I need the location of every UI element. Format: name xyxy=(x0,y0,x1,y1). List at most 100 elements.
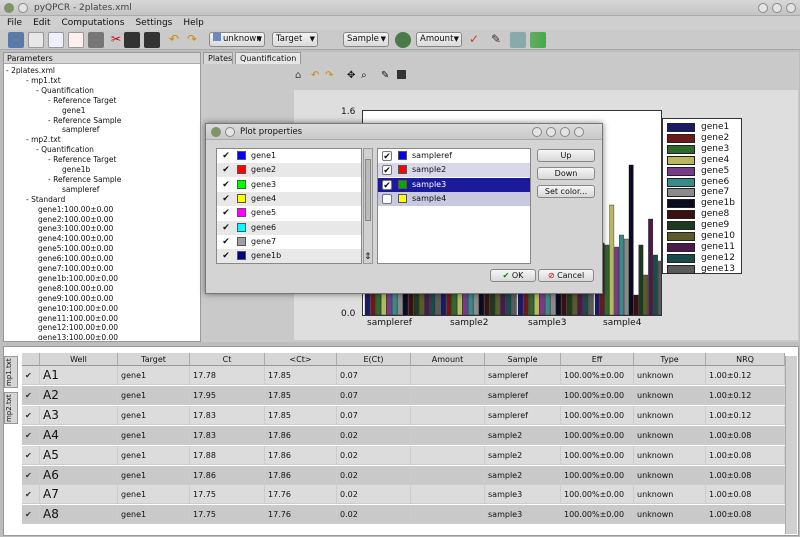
tree-node[interactable]: - 2plates.xml xyxy=(6,66,55,75)
tree-node[interactable]: - Reference Target xyxy=(48,96,116,105)
dialog-help-icon[interactable] xyxy=(532,127,542,137)
scroll-thumb[interactable] xyxy=(365,159,371,221)
row-check-icon[interactable]: ✔ xyxy=(22,485,40,505)
table-cell[interactable]: sampleref xyxy=(485,385,561,405)
table-cell[interactable] xyxy=(411,465,485,485)
checkbox-checked-icon[interactable]: ✔ xyxy=(221,208,231,218)
table-cell[interactable]: A7 xyxy=(40,485,118,505)
tree-node[interactable]: - mp1.txt xyxy=(26,76,61,85)
table-cell[interactable]: gene1 xyxy=(118,445,190,465)
checkbox-checked-icon[interactable]: ✔ xyxy=(221,251,231,261)
table-scrollbar[interactable] xyxy=(785,356,797,534)
table-cell[interactable]: 100.00%±0.00 xyxy=(561,445,634,465)
tree-node[interactable]: - Reference Sample xyxy=(48,116,121,125)
checkbox-checked-icon[interactable]: ✔ xyxy=(221,237,231,247)
table-cell[interactable]: 100.00%±0.00 xyxy=(561,465,634,485)
column-header[interactable]: NRQ xyxy=(706,353,785,366)
table-cell[interactable]: 100.00%±0.00 xyxy=(561,425,634,445)
sample-item[interactable]: ✔ sample3 xyxy=(378,177,530,192)
menu-computations[interactable]: Computations xyxy=(58,16,129,30)
amount-combo[interactable]: Amount ▼ xyxy=(416,32,462,47)
column-header[interactable]: <Ct> xyxy=(265,353,337,366)
column-header[interactable]: Well xyxy=(40,353,118,366)
table-cell[interactable]: 17.86 xyxy=(265,425,337,445)
table-cell[interactable]: sampleref xyxy=(485,366,561,385)
table-cell[interactable]: sample2 xyxy=(485,445,561,465)
back-icon[interactable]: ↶ xyxy=(311,70,319,81)
up-button[interactable]: Up xyxy=(537,149,595,162)
table-cell[interactable]: A3 xyxy=(40,405,118,425)
checkbox-checked-icon[interactable]: ✔ xyxy=(221,180,231,190)
pan-icon[interactable]: ✥ xyxy=(347,70,355,81)
menu-edit[interactable]: Edit xyxy=(29,16,54,30)
gene-list-scrollbar[interactable] xyxy=(363,148,373,264)
minimize-icon[interactable] xyxy=(758,3,768,13)
checkbox-icon[interactable] xyxy=(382,193,392,204)
table-cell[interactable]: sample3 xyxy=(485,485,561,505)
home-icon[interactable]: ⌂ xyxy=(295,70,301,81)
save-icon[interactable] xyxy=(124,32,140,48)
tree-node[interactable]: gene1b:100.00±0.00 xyxy=(38,274,118,283)
column-header[interactable]: Amount xyxy=(411,353,485,366)
set-color-button[interactable]: Set color... xyxy=(537,185,595,198)
gene-item[interactable]: ✔ gene4 xyxy=(217,191,361,206)
row-check-icon[interactable]: ✔ xyxy=(22,505,40,525)
table-cell[interactable]: unknown xyxy=(634,485,706,505)
row-check-icon[interactable]: ✔ xyxy=(22,425,40,445)
table-cell[interactable]: unknown xyxy=(634,445,706,465)
row-check-icon[interactable]: ✔ xyxy=(22,385,40,405)
tree-node[interactable]: gene6:100.00±0.00 xyxy=(38,254,113,263)
tree-node[interactable]: gene1b xyxy=(62,165,90,174)
vtab-mp2[interactable]: mp2.txt xyxy=(4,392,18,424)
vtab-mp1[interactable]: mp1.txt xyxy=(4,356,18,388)
table-cell[interactable] xyxy=(411,405,485,425)
forward-icon[interactable]: ↷ xyxy=(325,70,333,81)
column-header[interactable]: Eff xyxy=(561,353,634,366)
table-cell[interactable] xyxy=(411,505,485,525)
table-cell[interactable]: 17.85 xyxy=(265,405,337,425)
tree-node[interactable]: - Reference Sample xyxy=(48,175,121,184)
table-cell[interactable]: 17.76 xyxy=(265,485,337,505)
cancel-button[interactable]: ⊘ Cancel xyxy=(538,269,594,282)
redo-icon[interactable]: ↷ xyxy=(184,32,200,48)
type-combo[interactable]: unknown ▼ xyxy=(209,32,265,47)
table-cell[interactable]: unknown xyxy=(634,366,706,385)
table-cell[interactable] xyxy=(411,385,485,405)
table-cell[interactable]: unknown xyxy=(634,385,706,405)
sample-item[interactable]: sample4 xyxy=(378,191,530,206)
table-cell[interactable] xyxy=(411,445,485,465)
table-cell[interactable]: 17.75 xyxy=(190,485,265,505)
table-row[interactable]: ✔ A4 gene1 17.83 17.86 0.02 sample2 100.00%±0.0… xyxy=(22,425,788,445)
tree-node[interactable]: gene10:100.00±0.00 xyxy=(38,304,118,313)
configure-icon[interactable]: ✎ xyxy=(381,70,389,81)
checkbox-checked-icon[interactable]: ✔ xyxy=(221,194,231,204)
column-header[interactable]: Ct xyxy=(190,353,265,366)
tree-node[interactable]: gene8:100.00±0.00 xyxy=(38,284,113,293)
tree-node[interactable]: gene1 xyxy=(62,106,86,115)
ok-button[interactable]: ✔ OK xyxy=(490,269,536,282)
tab-plates[interactable]: Plates xyxy=(203,52,233,64)
table-cell[interactable]: A6 xyxy=(40,465,118,485)
sample-item[interactable]: ✔ sampleref xyxy=(378,149,530,163)
tree-node[interactable]: - mp2.txt xyxy=(26,135,61,144)
table-cell[interactable]: 17.83 xyxy=(190,425,265,445)
table-cell[interactable]: 1.00±0.08 xyxy=(706,505,785,525)
tree-node[interactable]: - Quantification xyxy=(36,145,94,154)
splitter-arrows-icon[interactable]: ⇕ xyxy=(364,252,372,262)
table-cell[interactable]: gene1 xyxy=(118,366,190,385)
tree-node[interactable]: gene1:100.00±0.00 xyxy=(38,205,113,214)
gene-item[interactable]: ✔ gene3 xyxy=(217,177,361,192)
column-header[interactable]: E(Ct) xyxy=(337,353,411,366)
table-cell[interactable] xyxy=(411,425,485,445)
checkbox-checked-icon[interactable]: ✔ xyxy=(221,223,231,233)
checkbox-icon[interactable]: ✔ xyxy=(382,165,392,176)
table-cell[interactable]: 0.07 xyxy=(337,385,411,405)
column-header[interactable]: Type xyxy=(634,353,706,366)
save-figure-icon[interactable] xyxy=(397,70,406,79)
checkbox-icon[interactable]: ✔ xyxy=(382,151,392,162)
gene-item[interactable]: ✔ gene5 xyxy=(217,206,361,221)
table-cell[interactable]: gene1 xyxy=(118,505,190,525)
undo-icon[interactable]: ↶ xyxy=(166,32,182,48)
table-cell[interactable]: 0.02 xyxy=(337,445,411,465)
sample-item[interactable]: ✔ sample2 xyxy=(378,163,530,178)
